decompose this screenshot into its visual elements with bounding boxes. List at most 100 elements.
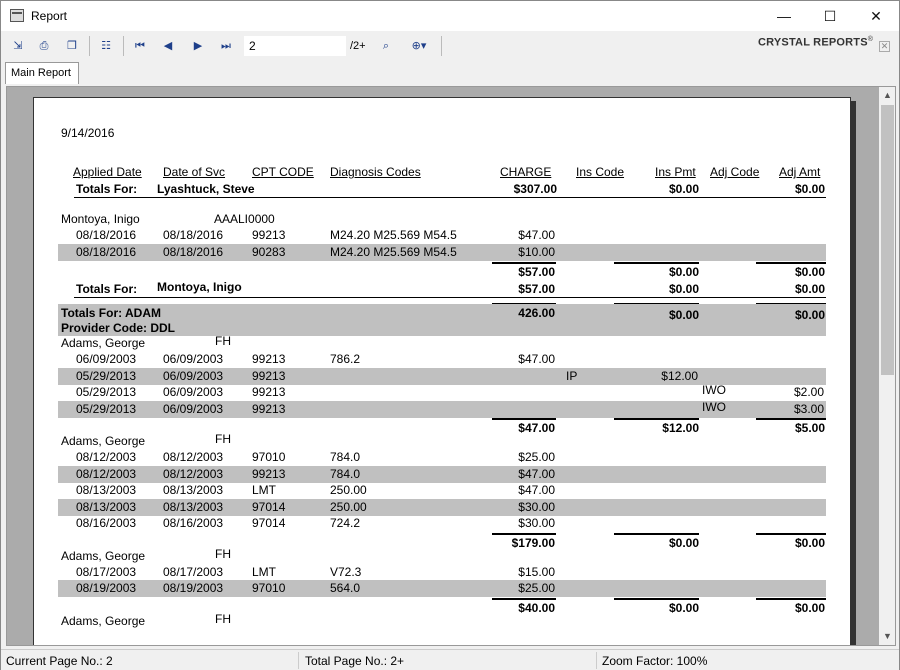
date-of-svc-cell: 08/13/2003 bbox=[163, 499, 224, 514]
adam-totals-charge: 426.00 bbox=[518, 306, 555, 320]
patient-code: FH bbox=[215, 546, 231, 561]
diagnosis-cell: M24.20 M25.569 M54.5 bbox=[330, 244, 457, 259]
status-bar: Current Page No.: 2 Total Page No.: 2+ Z… bbox=[1, 649, 899, 670]
header-ins-code: Ins Code bbox=[576, 165, 625, 179]
patient-name: Adams, George bbox=[61, 548, 146, 563]
date-of-svc-cell: 08/13/2003 bbox=[163, 483, 224, 497]
diagnosis-cell: 784.0 bbox=[330, 450, 361, 464]
totals-charge: $307.00 bbox=[513, 182, 557, 196]
totals-ins-pmt: $0.00 bbox=[668, 182, 699, 196]
subtotal-rule bbox=[614, 532, 699, 535]
last-page-icon[interactable]: ⏭ bbox=[217, 37, 235, 55]
scroll-up-icon[interactable]: ▲ bbox=[879, 87, 895, 103]
date-of-svc-cell: 08/17/2003 bbox=[163, 564, 224, 579]
charge-cell: $25.00 bbox=[518, 581, 555, 595]
maximize-button[interactable]: ☐ bbox=[807, 1, 853, 31]
export-icon[interactable]: ⇲ bbox=[9, 37, 27, 55]
applied-date-cell: 08/18/2016 bbox=[76, 228, 137, 242]
adj-code-cell: IWO bbox=[702, 383, 726, 397]
diagnosis-cell: 784.0 bbox=[330, 466, 361, 481]
applied-date-cell: 08/12/2003 bbox=[76, 466, 137, 481]
applied-date-cell: 06/09/2003 bbox=[76, 352, 137, 366]
group-tree-icon[interactable]: ☷ bbox=[97, 37, 115, 55]
subtotal-adj-amt: $0.00 bbox=[794, 535, 825, 550]
report-viewer: 9/14/2016 Applied Date Date of Svc CPT C… bbox=[6, 86, 896, 646]
rule bbox=[74, 297, 826, 298]
applied-date-cell: 08/17/2003 bbox=[76, 564, 137, 579]
next-page-icon[interactable]: ▶ bbox=[189, 37, 207, 55]
date-of-svc-cell: 08/18/2016 bbox=[163, 228, 224, 242]
find-icon[interactable]: ⌕ bbox=[377, 37, 395, 55]
patient-code: FH bbox=[215, 432, 231, 446]
ins-pmt-cell: $12.00 bbox=[661, 368, 698, 383]
subtotal-charge: $47.00 bbox=[518, 421, 555, 435]
patient-code: FH bbox=[215, 611, 231, 626]
crystal-reports-logo: CRYSTAL REPORTS® bbox=[758, 36, 874, 49]
close-button[interactable]: ✕ bbox=[853, 1, 899, 31]
tab-main-report[interactable]: Main Report bbox=[5, 62, 79, 84]
toolbar-separator bbox=[123, 36, 124, 56]
diagnosis-cell: 250.00 bbox=[330, 483, 367, 497]
charge-cell: $47.00 bbox=[518, 352, 555, 366]
status-separator bbox=[298, 652, 299, 669]
date-of-svc-cell: 08/12/2003 bbox=[163, 466, 224, 481]
diagnosis-cell: 724.2 bbox=[330, 516, 361, 530]
cpt-code-cell: 97010 bbox=[252, 581, 286, 595]
ins-code-cell: IP bbox=[566, 368, 578, 383]
adam-totals-adj-amt: $0.00 bbox=[794, 308, 825, 322]
subtotal-ins-pmt: $0.00 bbox=[668, 600, 699, 615]
applied-date-cell: 08/18/2016 bbox=[76, 244, 137, 259]
adam-totals-label: Totals For: ADAM bbox=[61, 306, 161, 320]
title-bar: Report — ☐ ✕ bbox=[1, 1, 899, 31]
report-window: Report — ☐ ✕ ⇲ ⎙ ❐ ☷ ⏮ ◀ ▶ ⏭ 2 /2+ ⌕ ⊕▾ … bbox=[0, 0, 900, 670]
totals-ins-pmt: $0.00 bbox=[668, 282, 699, 296]
adj-amt-cell: $2.00 bbox=[793, 385, 824, 399]
minimize-button[interactable]: — bbox=[761, 1, 807, 31]
applied-date-cell: 05/29/2013 bbox=[76, 401, 137, 416]
cpt-code-cell: 99213 bbox=[252, 228, 286, 242]
rule bbox=[756, 303, 826, 304]
cpt-code-cell: 99213 bbox=[252, 385, 286, 399]
patient-name: Adams, George bbox=[61, 336, 146, 350]
scroll-thumb[interactable] bbox=[881, 105, 894, 375]
date-of-svc-cell: 08/16/2003 bbox=[163, 516, 224, 530]
totals-charge: $57.00 bbox=[518, 282, 555, 296]
charge-cell: $47.00 bbox=[518, 483, 555, 497]
applied-date-cell: 08/12/2003 bbox=[76, 450, 137, 464]
page-number-input[interactable]: 2 bbox=[244, 36, 346, 56]
date-of-svc-cell: 08/18/2016 bbox=[163, 244, 224, 259]
applied-date-cell: 05/29/2013 bbox=[76, 385, 137, 399]
scroll-down-icon[interactable]: ▼ bbox=[879, 628, 895, 644]
totals-adj-amt: $0.00 bbox=[794, 182, 825, 196]
header-diagnosis-codes: Diagnosis Codes bbox=[330, 165, 421, 179]
totals-adj-amt: $0.00 bbox=[794, 282, 825, 296]
zoom-icon[interactable]: ⊕▾ bbox=[405, 37, 433, 55]
subtotal-rule bbox=[614, 418, 699, 420]
subtotal-charge: $57.00 bbox=[518, 265, 555, 279]
totals-name: Lyashtuck, Steve bbox=[157, 182, 255, 196]
subtotal-rule bbox=[492, 262, 556, 264]
copy-icon[interactable]: ❐ bbox=[63, 37, 81, 55]
cpt-code-cell: 99213 bbox=[252, 368, 286, 383]
applied-date-cell: 08/19/2003 bbox=[76, 581, 137, 595]
close-tab-icon[interactable]: ✕ bbox=[879, 41, 890, 52]
subtotal-rule bbox=[756, 262, 826, 264]
subtotal-rule bbox=[614, 597, 699, 600]
subtotal-adj-amt: $0.00 bbox=[794, 265, 825, 279]
cpt-code-cell: LMT bbox=[252, 564, 276, 579]
diagnosis-cell: 250.00 bbox=[330, 499, 367, 514]
subtotal-charge: $40.00 bbox=[518, 600, 555, 615]
patient-code: FH bbox=[215, 334, 231, 348]
header-applied-date: Applied Date bbox=[73, 165, 142, 179]
adam-totals-ins-pmt: $0.00 bbox=[668, 308, 699, 322]
header-date-of-svc: Date of Svc bbox=[163, 165, 226, 179]
report-page: 9/14/2016 Applied Date Date of Svc CPT C… bbox=[33, 97, 851, 645]
subtotal-rule bbox=[614, 262, 699, 264]
previous-page-icon[interactable]: ◀ bbox=[159, 37, 177, 55]
applied-date-cell: 08/16/2003 bbox=[76, 516, 137, 530]
subtotal-rule bbox=[756, 597, 826, 600]
first-page-icon[interactable]: ⏮ bbox=[131, 37, 149, 55]
subtotal-ins-pmt: $12.00 bbox=[662, 421, 699, 435]
print-icon[interactable]: ⎙ bbox=[35, 37, 53, 55]
vertical-scrollbar[interactable]: ▲ ▼ bbox=[879, 87, 895, 645]
